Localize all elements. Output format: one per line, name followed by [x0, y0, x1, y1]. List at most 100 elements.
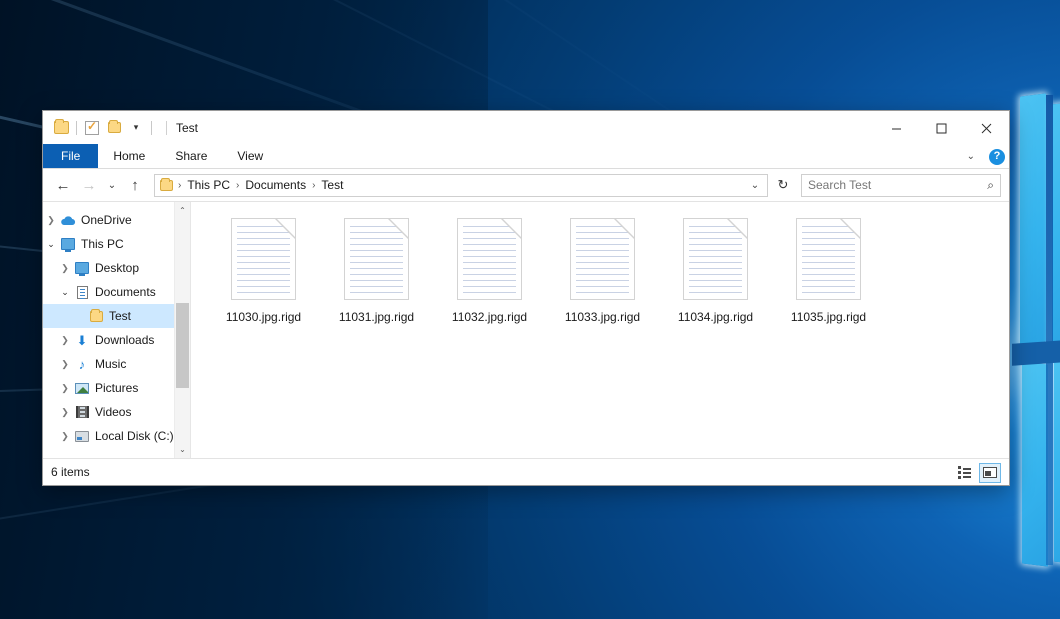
address-field[interactable]: › This PC › Documents › Test ⌄	[154, 174, 768, 197]
sidebar-item-this-pc[interactable]: ⌄ This PC	[43, 232, 190, 256]
scrollbar-track[interactable]	[175, 219, 191, 441]
chevron-down-icon[interactable]: ⌄	[43, 239, 59, 250]
chevron-right-icon[interactable]: ❯	[57, 263, 73, 274]
chevron-down-icon[interactable]: ⌄	[745, 180, 765, 191]
tab-home[interactable]: Home	[98, 144, 160, 168]
search-box[interactable]: ⌕	[801, 174, 1001, 197]
file-item[interactable]: 11033.jpg.rigd	[546, 216, 659, 324]
minimize-button[interactable]	[874, 111, 919, 145]
tab-view[interactable]: View	[222, 144, 278, 168]
documents-icon	[73, 286, 91, 299]
sidebar-item-pictures[interactable]: ❯ Pictures	[43, 376, 190, 400]
recent-locations-button[interactable]: ⌄	[103, 173, 121, 197]
breadcrumb-test[interactable]: Test	[316, 178, 348, 192]
file-explorer-window: ▾ Test File Home Share View	[42, 110, 1010, 486]
file-item[interactable]: 11035.jpg.rigd	[772, 216, 885, 324]
large-icons-view-icon	[983, 467, 997, 478]
forward-button[interactable]: →	[77, 173, 101, 197]
status-bar: 6 items	[43, 458, 1009, 485]
pictures-icon	[73, 383, 91, 394]
title-bar: ▾ Test	[43, 110, 1009, 144]
item-count-label: 6 items	[51, 465, 90, 479]
music-icon: ♪	[73, 358, 91, 371]
sidebar-item-local-disk[interactable]: ❯ Local Disk (C:)	[43, 424, 190, 448]
address-bar: ← → ⌄ ↑ › This PC › Documents › Test ⌄ ↻	[43, 169, 1009, 201]
sidebar-item-test[interactable]: ❯ Test	[43, 304, 190, 328]
details-view-button[interactable]	[953, 463, 975, 483]
sidebar-item-label: Music	[95, 357, 126, 371]
folder-icon[interactable]	[50, 117, 72, 139]
generic-file-icon	[683, 218, 748, 300]
file-grid: 11030.jpg.rigd 11031.jpg.rigd 11032.jpg.…	[207, 216, 999, 324]
new-folder-icon[interactable]	[103, 117, 125, 139]
scroll-down-button[interactable]: ⌄	[175, 441, 191, 458]
chevron-right-icon[interactable]: ❯	[57, 431, 73, 442]
file-item[interactable]: 11031.jpg.rigd	[320, 216, 433, 324]
address-dropdown[interactable]: ⌄	[745, 180, 765, 191]
sidebar-scrollbar[interactable]: ⌃ ⌄	[174, 202, 190, 458]
sidebar-item-label: Test	[109, 309, 131, 323]
close-button[interactable]	[964, 111, 1009, 145]
sidebar-item-desktop[interactable]: ❯ Desktop	[43, 256, 190, 280]
maximize-button[interactable]	[919, 111, 964, 145]
sidebar-item-onedrive[interactable]: ❯ OneDrive	[43, 208, 190, 232]
back-button[interactable]: ←	[51, 173, 75, 197]
window-controls	[874, 111, 1009, 145]
generic-file-icon	[231, 218, 296, 300]
folder-icon	[87, 311, 105, 322]
search-input[interactable]	[808, 178, 987, 192]
ribbon-tabs: File Home Share View ⌄ ?	[43, 144, 1009, 169]
tab-share[interactable]: Share	[160, 144, 222, 168]
up-button[interactable]: ↑	[123, 173, 147, 197]
file-name-label: 11034.jpg.rigd	[678, 310, 753, 324]
generic-file-icon	[570, 218, 635, 300]
help-icon[interactable]: ?	[989, 149, 1005, 165]
file-list-view[interactable]: 11030.jpg.rigd 11031.jpg.rigd 11032.jpg.…	[191, 202, 1009, 458]
breadcrumb-documents[interactable]: Documents	[240, 178, 311, 192]
sidebar-item-label: Local Disk (C:)	[95, 429, 174, 443]
quick-access-toolbar: ▾	[43, 117, 156, 139]
sidebar-item-videos[interactable]: ❯ Videos	[43, 400, 190, 424]
tab-file[interactable]: File	[43, 144, 98, 168]
chevron-right-icon[interactable]: ❯	[57, 407, 73, 418]
videos-icon	[73, 406, 91, 418]
large-icons-view-button[interactable]	[979, 463, 1001, 483]
sidebar-item-downloads[interactable]: ❯ ⬇ Downloads	[43, 328, 190, 352]
sidebar-item-documents[interactable]: ⌄ Documents	[43, 280, 190, 304]
toolbar-divider	[151, 121, 152, 135]
generic-file-icon	[796, 218, 861, 300]
sidebar-item-label: This PC	[81, 237, 124, 251]
chevron-right-icon[interactable]: ❯	[57, 335, 73, 346]
generic-file-icon	[457, 218, 522, 300]
file-name-label: 11035.jpg.rigd	[791, 310, 866, 324]
window-title: Test	[166, 121, 198, 135]
details-view-icon	[958, 466, 971, 479]
chevron-down-icon[interactable]: ⌄	[57, 287, 73, 298]
file-name-label: 11032.jpg.rigd	[452, 310, 527, 324]
desktop: ▾ Test File Home Share View	[0, 0, 1060, 619]
chevron-right-icon[interactable]: ❯	[43, 215, 59, 226]
properties-icon[interactable]	[81, 117, 103, 139]
generic-file-icon	[344, 218, 409, 300]
download-icon: ⬇	[73, 334, 91, 347]
chevron-right-icon[interactable]: ❯	[57, 383, 73, 394]
desktop-icon	[73, 262, 91, 274]
file-name-label: 11030.jpg.rigd	[226, 310, 301, 324]
monitor-icon	[59, 238, 77, 250]
breadcrumb-this-pc[interactable]: This PC	[182, 178, 235, 192]
file-item[interactable]: 11034.jpg.rigd	[659, 216, 772, 324]
scroll-up-button[interactable]: ⌃	[175, 202, 191, 219]
file-item[interactable]: 11030.jpg.rigd	[207, 216, 320, 324]
sidebar-item-music[interactable]: ❯ ♪ Music	[43, 352, 190, 376]
tree-spacer: ❯	[71, 311, 87, 322]
cloud-icon	[59, 215, 77, 226]
file-item[interactable]: 11032.jpg.rigd	[433, 216, 546, 324]
chevron-right-icon[interactable]: ❯	[57, 359, 73, 370]
chevron-down-icon[interactable]: ⌄	[961, 151, 981, 162]
breadcrumb: › This PC › Documents › Test	[177, 178, 745, 192]
refresh-button[interactable]: ↻	[772, 174, 794, 197]
folder-icon	[160, 180, 173, 191]
customize-chevron-icon[interactable]: ▾	[125, 117, 147, 139]
sidebar-item-label: Documents	[95, 285, 156, 299]
scrollbar-thumb[interactable]	[176, 303, 189, 387]
